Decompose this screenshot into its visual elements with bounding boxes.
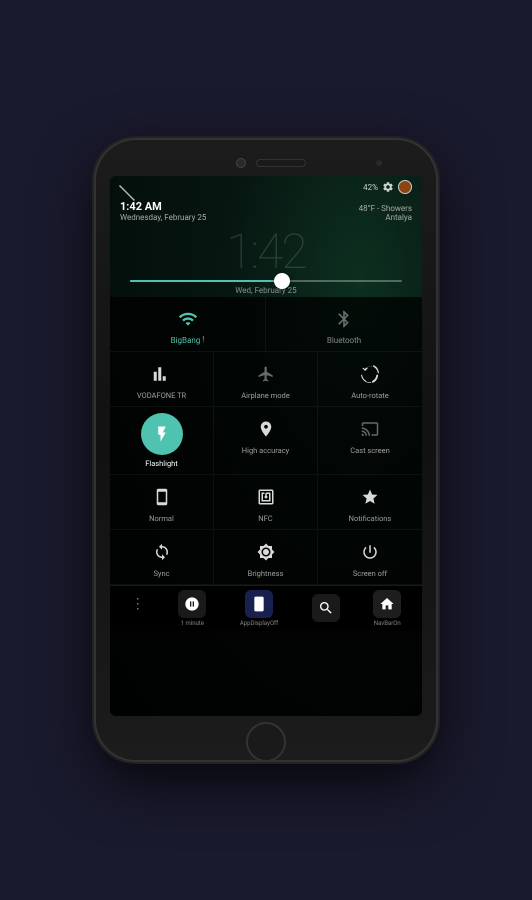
dock-label-2: AppDisplayOff: [240, 620, 278, 627]
screen: 42% 1:42 AM Wednesday, February 25 48°F …: [110, 176, 422, 716]
qs-label-normal: Normal: [149, 514, 174, 523]
qs-item-vodafone[interactable]: VODAFONE TR: [110, 352, 214, 407]
qs-item-nfc[interactable]: NFC: [214, 475, 318, 530]
qs-item-normal[interactable]: Normal: [110, 475, 214, 530]
weather-text: 48°F - Showers: [120, 204, 412, 213]
qs-label-flashlight: Flashlight: [145, 459, 178, 468]
phone-frame: 42% 1:42 AM Wednesday, February 25 48°F …: [96, 140, 436, 760]
dock-label-4: NavBarOn: [374, 620, 401, 627]
qs-item-bigbang[interactable]: BigBang !: [110, 297, 266, 351]
location-icon: [252, 415, 280, 443]
power-icon: [356, 538, 384, 566]
brightness-track[interactable]: [130, 280, 402, 282]
qs-item-accuracy[interactable]: High accuracy: [214, 407, 318, 475]
qs-label-bigbang: BigBang: [171, 336, 201, 345]
qs-item-notifications[interactable]: Notifications: [318, 475, 422, 530]
qs-label-castscreen: Cast screen: [350, 446, 390, 455]
status-bar: 42%: [110, 176, 422, 196]
qs-item-flashlight[interactable]: Flashlight: [110, 407, 214, 475]
rotate-icon: [356, 360, 384, 388]
qs-item-castscreen[interactable]: Cast screen: [318, 407, 422, 475]
brightness-slider-area[interactable]: [110, 276, 422, 284]
qs-item-airplane[interactable]: Airplane mode: [214, 352, 318, 407]
screen-content: 42% 1:42 AM Wednesday, February 25 48°F …: [110, 176, 422, 716]
home-button[interactable]: [246, 722, 286, 762]
bluetooth-icon: [330, 305, 358, 333]
dock-item-3[interactable]: [312, 594, 340, 624]
notifications-icon: [356, 483, 384, 511]
signal-icon: [148, 360, 176, 388]
big-time-area: 1:42: [110, 224, 422, 276]
dock-icon-1: [178, 590, 206, 618]
sensor: [376, 160, 382, 166]
status-right: 42%: [363, 180, 412, 194]
qs-top-row: BigBang ! Bluetooth: [110, 297, 422, 352]
dock-icon-2: [245, 590, 273, 618]
qs-item-screenoff[interactable]: Screen off: [318, 530, 422, 585]
qs-label-autorotate: Auto-rotate: [351, 391, 388, 400]
phone-bottom: [110, 722, 422, 762]
dock-icon-4: [373, 590, 401, 618]
lock-area: 1:42 AM Wednesday, February 25 48°F - Sh…: [110, 196, 422, 224]
brightness-icon: [252, 538, 280, 566]
nfc-icon: [252, 483, 280, 511]
phone-top-bar: [110, 158, 422, 168]
quick-settings-panel: BigBang ! Bluetooth: [110, 297, 422, 716]
qs-label-airplane: Airplane mode: [241, 391, 289, 400]
dock-item-1[interactable]: 1 minute: [178, 590, 206, 627]
flashlight-icon: [141, 413, 183, 455]
qs-label-vodafone: VODAFONE TR: [137, 391, 186, 400]
qs-item-brightness[interactable]: Brightness: [214, 530, 318, 585]
user-avatar: [398, 180, 412, 194]
menu-dots[interactable]: ⋮: [131, 590, 145, 612]
front-camera: [236, 158, 246, 168]
settings-icon: [382, 181, 394, 193]
qs-label-accuracy: High accuracy: [242, 446, 289, 455]
dock-label-1: 1 minute: [181, 620, 204, 627]
qs-label-notifications: Notifications: [349, 514, 392, 523]
brightness-fill: [130, 280, 280, 282]
wifi-icon: [174, 305, 202, 333]
qs-label-brightness: Brightness: [248, 569, 284, 578]
speaker: [256, 159, 306, 167]
big-time: 1:42: [110, 228, 422, 276]
qs-grid: VODAFONE TR Airplan: [110, 352, 422, 585]
battery-percent: 42%: [363, 183, 378, 192]
sync-icon: [148, 538, 176, 566]
qs-label-bluetooth: Bluetooth: [327, 336, 361, 345]
phone-icon: [148, 483, 176, 511]
dock-icon-3: [312, 594, 340, 622]
airplane-icon: [252, 360, 280, 388]
qs-item-bluetooth[interactable]: Bluetooth: [266, 297, 422, 351]
qs-label-screenoff: Screen off: [353, 569, 387, 578]
dock-item-4[interactable]: NavBarOn: [373, 590, 401, 627]
bottom-dock: ⋮ 1 minute: [110, 585, 422, 631]
qs-label-sync: Sync: [153, 569, 169, 578]
qs-label-nfc: NFC: [258, 514, 272, 523]
cast-icon: [356, 415, 384, 443]
dock-item-2[interactable]: AppDisplayOff: [240, 590, 278, 627]
qs-item-autorotate[interactable]: Auto-rotate: [318, 352, 422, 407]
small-date: Wed, February 25: [110, 284, 422, 297]
qs-item-sync[interactable]: Sync: [110, 530, 214, 585]
